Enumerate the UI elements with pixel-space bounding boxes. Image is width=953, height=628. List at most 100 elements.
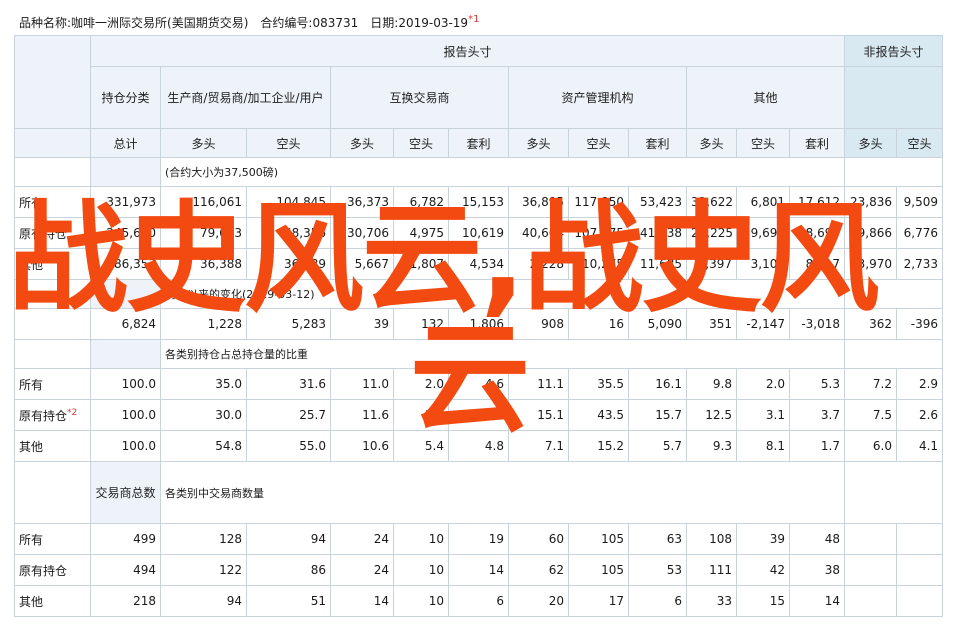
table-cell: 5,283 xyxy=(246,308,331,340)
table-cell: 9,397 xyxy=(686,248,737,280)
nonrep-short-header: 空头 xyxy=(896,128,944,158)
table-cell: 17,612 xyxy=(788,186,846,218)
section-empty xyxy=(844,461,944,524)
swap-long-header: 多头 xyxy=(330,128,394,158)
row-label: 原有持仓 xyxy=(19,408,68,423)
table-cell: 20 xyxy=(508,585,569,617)
table-cell: 86,353 xyxy=(90,248,161,280)
table-cell: 2.0 xyxy=(736,368,790,400)
table-cell: 14 xyxy=(448,554,509,586)
table-cell: 36,895 xyxy=(508,186,569,218)
table-cell: 38 xyxy=(788,554,846,586)
table-cell: 16 xyxy=(568,308,629,340)
table-cell: 5.3 xyxy=(788,368,846,400)
table-cell xyxy=(896,523,944,555)
row-label: 其他 xyxy=(19,594,44,609)
table-cell: 4.0 xyxy=(448,399,509,431)
trader-count-header: 交易商总数 xyxy=(90,461,161,524)
table-cell: 10 xyxy=(393,523,449,555)
table-cell: 32,622 xyxy=(686,186,737,218)
total-header: 总计 xyxy=(90,128,161,158)
row-label: 原有持仓 xyxy=(19,226,68,241)
table-cell: 362 xyxy=(844,308,898,340)
table-cell: 17 xyxy=(568,585,629,617)
table-cell: 15.2 xyxy=(568,430,629,462)
table-cell: 6 xyxy=(448,585,509,617)
table-cell: 2,228 xyxy=(508,248,569,280)
table-cell: 105 xyxy=(568,523,629,555)
table-cell: 3,102 xyxy=(736,248,790,280)
table-row: 所有 100.0 35.0 31.6 11.0 2.0 4.6 11.1 35.5 16.1 9.8… xyxy=(14,368,944,400)
table-cell: 6 xyxy=(628,585,687,617)
section-empty xyxy=(844,157,944,187)
table-cell: 2.0 xyxy=(393,368,449,400)
table-cell: 5.4 xyxy=(393,430,449,462)
product-name: 咖啡一洲际交易所(美国期货交易) xyxy=(71,16,249,30)
date-label: 日期: xyxy=(370,16,399,30)
table-row: 原有持仓*2 100.0 30.0 25.7 11.6 1.9 4.0 15.1 43.5 15.… xyxy=(14,399,944,431)
table-cell: 4.1 xyxy=(896,430,944,462)
section-label-blank xyxy=(14,279,91,309)
table-cell: 35.5 xyxy=(568,368,629,400)
cot-report-table: 报告头寸 非报告头寸 持仓分类 生产商/贸易商/加工企业/用户 互换交易商 资产… xyxy=(14,35,944,617)
table-cell: 1,806 xyxy=(448,308,509,340)
date-footnote-mark: *1 xyxy=(468,14,480,25)
table-cell: 5,090 xyxy=(628,308,687,340)
table-cell xyxy=(896,585,944,617)
table-cell: 10.6 xyxy=(330,430,394,462)
table-cell: 100.0 xyxy=(90,399,161,431)
table-cell xyxy=(844,554,898,586)
table-cell: 104,845 xyxy=(246,186,331,218)
table-cell: 14 xyxy=(330,585,394,617)
table-cell: 245,620 xyxy=(90,217,161,249)
table-cell: 53,423 xyxy=(628,186,687,218)
percent-of-oi-note: 各类别持仓占总持仓量的比重 xyxy=(159,339,846,369)
table-cell: 8,695 xyxy=(788,217,846,249)
table-cell: 107,575 xyxy=(568,217,629,249)
table-cell: -396 xyxy=(896,308,944,340)
table-cell: 9,509 xyxy=(896,186,944,218)
table-cell: 122 xyxy=(160,554,247,586)
report-date: 2019-03-19 xyxy=(398,16,469,30)
table-cell: 3,970 xyxy=(844,248,898,280)
table-cell: 10 xyxy=(393,554,449,586)
position-class-header: 持仓分类 xyxy=(90,66,161,129)
table-cell: 6,824 xyxy=(90,308,161,340)
table-cell: 128 xyxy=(160,523,247,555)
table-cell: 60 xyxy=(508,523,569,555)
table-cell: 62 xyxy=(508,554,569,586)
table-row: 所有 331,973 116,061 104,845 36,373 6,782 15,153… xyxy=(14,186,944,218)
table-cell: 132 xyxy=(393,308,449,340)
section-spacer xyxy=(90,339,161,369)
table-cell: 100.0 xyxy=(90,430,161,462)
row-label: 其他 xyxy=(19,257,44,272)
swap-header: 互换交易商 xyxy=(330,66,509,129)
product-label: 品种名称: xyxy=(19,16,72,30)
table-cell: 94 xyxy=(246,523,331,555)
swap-spread-header: 套利 xyxy=(448,128,509,158)
table-cell: 25.7 xyxy=(246,399,331,431)
table-cell: 23,836 xyxy=(844,186,898,218)
table-cell: 2.9 xyxy=(896,368,944,400)
table-cell: 111 xyxy=(686,554,737,586)
section-empty xyxy=(844,339,944,369)
section-spacer xyxy=(90,279,161,309)
table-cell: 35.0 xyxy=(160,368,247,400)
corner-cell xyxy=(14,35,91,129)
nonreportable-header: 非报告头寸 xyxy=(844,35,944,67)
table-cell: 494 xyxy=(90,554,161,586)
table-cell: 39 xyxy=(330,308,394,340)
producer-header: 生产商/贸易商/加工企业/用户 xyxy=(160,66,331,129)
table-cell: 9.3 xyxy=(686,430,737,462)
table-cell: 4,534 xyxy=(448,248,509,280)
table-cell xyxy=(896,554,944,586)
managed-long-header: 多头 xyxy=(508,128,569,158)
table-cell: 68,356 xyxy=(246,217,331,249)
section-label-blank xyxy=(14,461,91,524)
contract-code: 083731 xyxy=(312,16,359,30)
table-cell: 7.5 xyxy=(844,399,898,431)
managed-money-header: 资产管理机构 xyxy=(508,66,687,129)
table-cell: 218 xyxy=(90,585,161,617)
label-column-header xyxy=(14,128,91,158)
report-header: 品种名称:咖啡一洲际交易所(美国期货交易) 合约编号:083731 日期:2019-… xyxy=(19,11,480,30)
